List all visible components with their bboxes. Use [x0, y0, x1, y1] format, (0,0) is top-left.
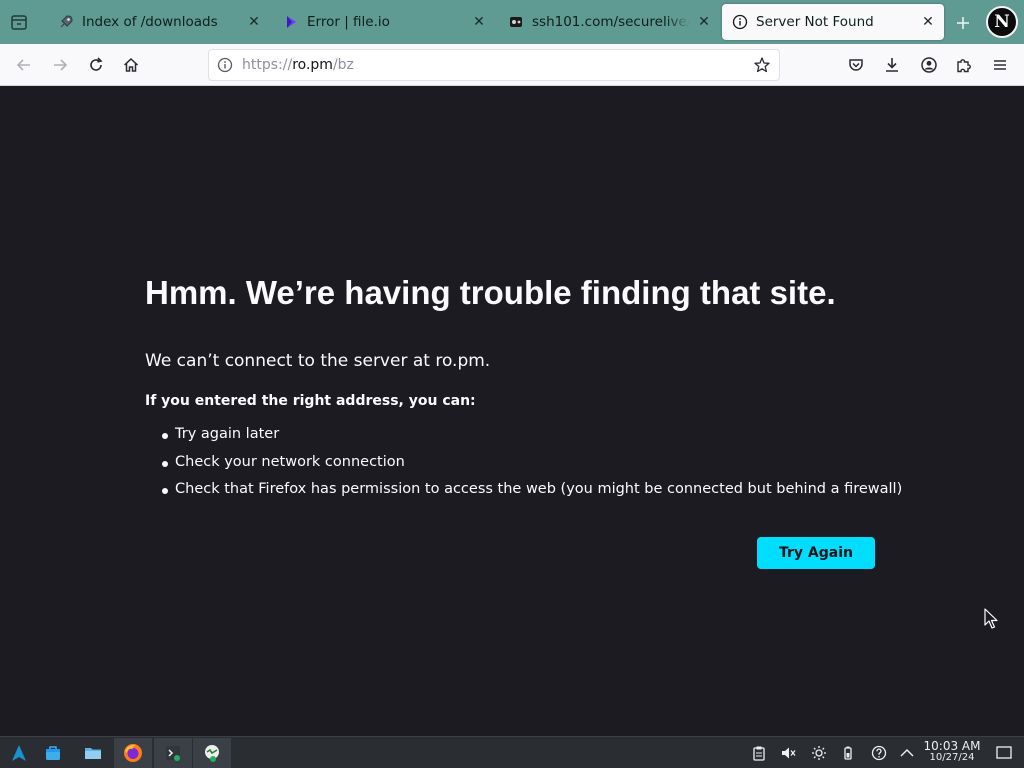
download-icon [886, 58, 898, 72]
error-suggestions-label: If you entered the right address, you ca… [145, 393, 476, 409]
reload-icon [90, 57, 103, 71]
tray-battery[interactable] [838, 743, 858, 763]
app-launcher-icon [12, 745, 26, 761]
info-icon [732, 14, 748, 30]
puzzle-icon [957, 59, 971, 73]
discover-icon [46, 746, 60, 760]
extensions-button[interactable] [952, 53, 976, 77]
fileio-icon [283, 14, 299, 30]
close-tab-icon[interactable]: ✕ [920, 14, 936, 30]
taskbar-firefox[interactable] [114, 738, 152, 768]
bookmark-star-icon[interactable] [753, 56, 771, 74]
close-tab-icon[interactable]: ✕ [696, 14, 712, 30]
tray-brightness[interactable] [809, 743, 829, 763]
tab-strip: Index of /downloads ✕ Error | file.io ✕ … [0, 0, 1024, 44]
battery-icon [844, 746, 852, 760]
error-short-description: We can’t connect to the server at ro.pm. [145, 351, 491, 371]
home-button[interactable] [119, 53, 143, 77]
hamburger-menu-icon [994, 60, 1006, 70]
list-item: Try again later [145, 426, 902, 454]
tab-index-downloads[interactable]: Index of /downloads ✕ [48, 2, 270, 42]
ssh101-icon [508, 14, 524, 30]
downloads-button[interactable] [880, 53, 904, 77]
new-tab-button[interactable] [952, 12, 974, 34]
list-item: Check your network connection [145, 454, 902, 482]
taskbar-network-app[interactable] [193, 738, 231, 768]
navigation-toolbar: https://ro.pm/bz [0, 44, 1024, 86]
list-item: Check that Firefox has permission to acc… [145, 481, 902, 509]
arrow-left-icon [16, 59, 30, 71]
help-icon [871, 745, 887, 761]
pocket-icon [849, 59, 863, 71]
mouse-cursor-icon [984, 608, 998, 629]
tab-title: Index of /downloads [82, 14, 218, 30]
network-app-icon [205, 745, 219, 762]
profile-avatar[interactable]: N [986, 6, 1018, 38]
url-path: /bz [332, 57, 354, 73]
url-bar[interactable]: https://ro.pm/bz [208, 49, 780, 81]
pocket-button[interactable] [844, 53, 868, 77]
taskbar-terminal[interactable] [154, 738, 192, 768]
clock-time: 10:03 AM [923, 739, 981, 753]
tray-show-hidden[interactable] [897, 743, 917, 763]
account-button[interactable] [917, 53, 941, 77]
url-text[interactable]: https://ro.pm/bz [242, 57, 354, 73]
reload-button[interactable] [84, 53, 108, 77]
home-icon [123, 57, 139, 72]
show-desktop-icon [996, 746, 1012, 759]
show-desktop-button[interactable] [994, 743, 1014, 763]
error-title: Hmm. We’re having trouble finding that s… [145, 274, 836, 311]
tab-server-not-found[interactable]: Server Not Found ✕ [722, 4, 944, 40]
taskbar-discover[interactable] [34, 738, 72, 768]
tab-title: ssh101.com/securelive/ind [532, 14, 690, 30]
tab-error-fileio[interactable]: Error | file.io ✕ [273, 2, 495, 42]
forward-button[interactable] [48, 53, 72, 77]
file-manager-icon [85, 748, 101, 759]
tab-ssh101[interactable]: ssh101.com/securelive/ind ✕ [498, 2, 720, 42]
rocket-icon [58, 14, 74, 30]
tray-volume[interactable] [778, 743, 798, 763]
taskbar-file-manager[interactable] [74, 738, 112, 768]
tab-list-icon [11, 15, 27, 30]
account-icon [921, 57, 937, 73]
terminal-icon [166, 746, 180, 761]
menu-button[interactable] [988, 53, 1012, 77]
tray-help[interactable] [869, 743, 889, 763]
tab-list-button[interactable] [8, 11, 30, 33]
brightness-icon [812, 746, 826, 760]
clipboard-icon [753, 746, 765, 761]
error-suggestions-list: Try again later Check your network conne… [145, 426, 902, 509]
back-button[interactable] [12, 53, 36, 77]
plus-icon [957, 17, 969, 29]
show-hidden-icon [900, 749, 914, 757]
app-launcher-button[interactable] [0, 738, 38, 768]
volume-muted-icon [782, 747, 796, 759]
profile-initial: N [994, 12, 1010, 32]
tab-title: Error | file.io [307, 14, 390, 30]
error-page: Hmm. We’re having trouble finding that s… [0, 86, 1024, 736]
clock-date: 10/27/24 [929, 752, 975, 763]
close-tab-icon[interactable]: ✕ [471, 14, 487, 30]
try-again-button[interactable]: Try Again [757, 537, 875, 569]
firefox-icon [124, 744, 142, 762]
url-host: ro.pm [292, 57, 333, 73]
tray-clipboard[interactable] [749, 743, 769, 763]
close-tab-icon[interactable]: ✕ [246, 14, 262, 30]
taskbar: 10:03 AM 10/27/24 [0, 736, 1024, 768]
site-info-icon[interactable] [217, 57, 233, 73]
digital-clock[interactable]: 10:03 AM 10/27/24 [918, 740, 986, 763]
arrow-right-icon [54, 59, 68, 71]
tab-title: Server Not Found [756, 14, 874, 30]
url-scheme: https:// [242, 57, 293, 73]
